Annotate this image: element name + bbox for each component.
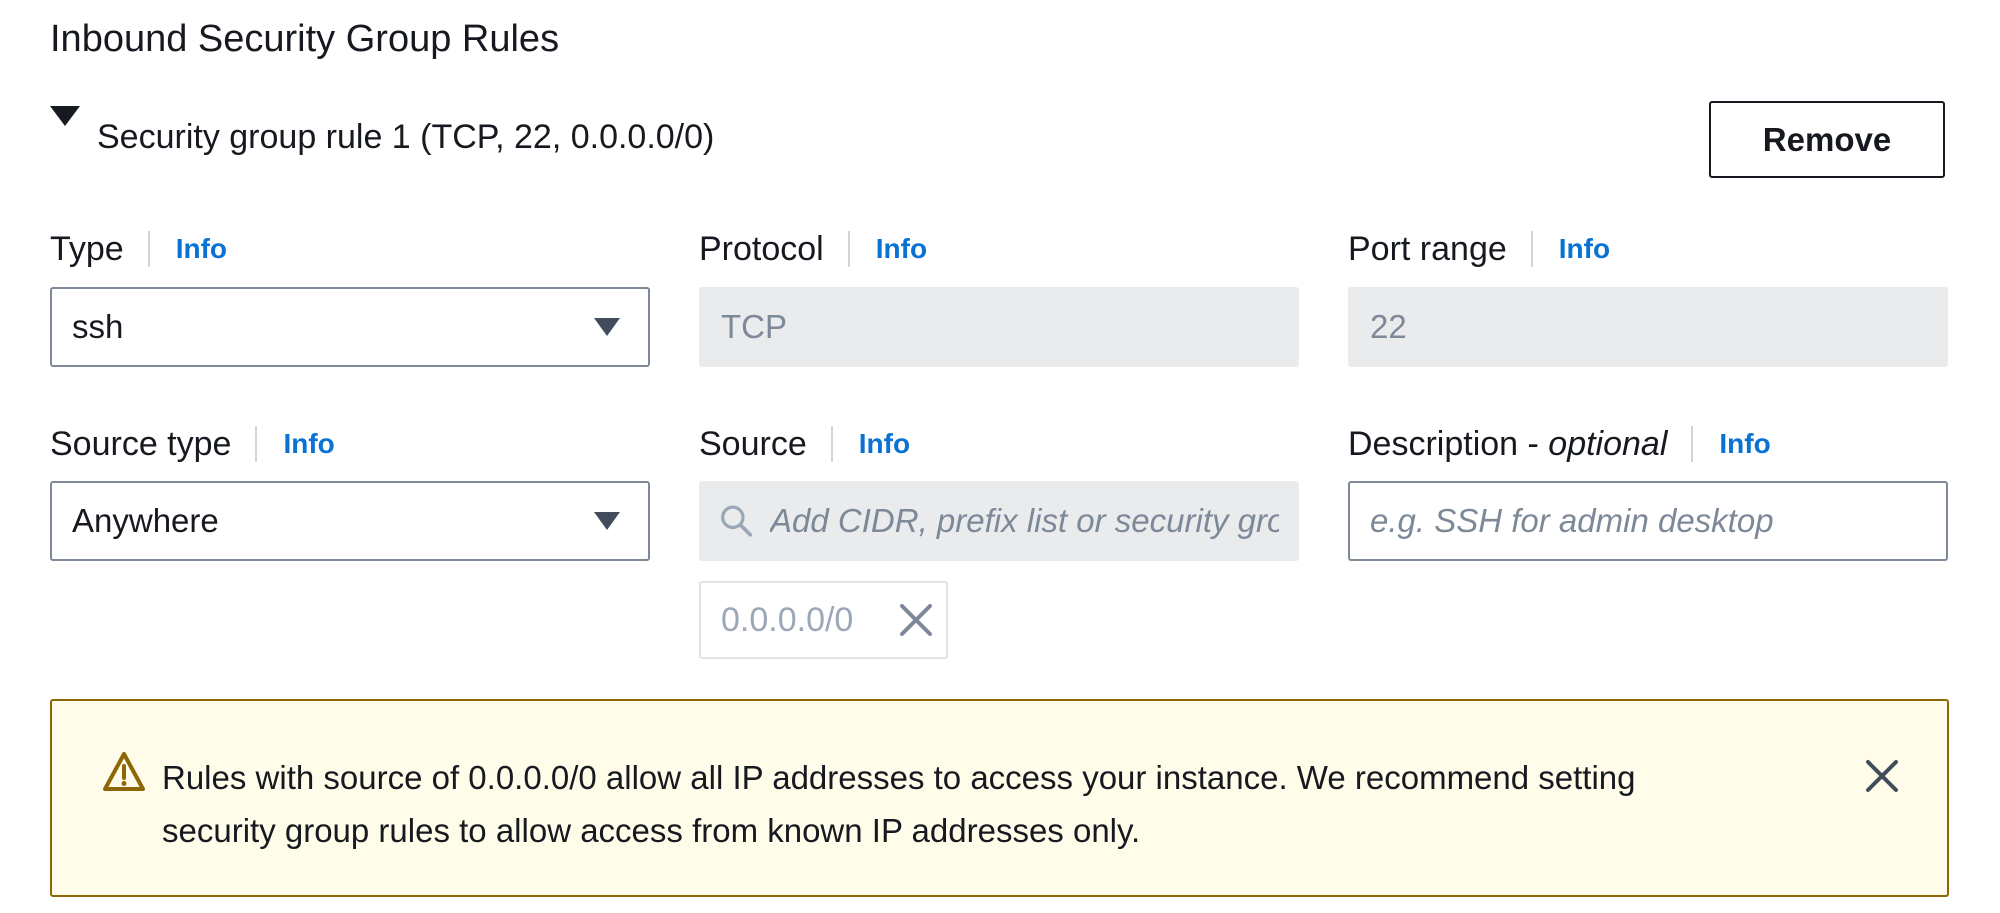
protocol-info-link[interactable]: Info	[876, 233, 927, 265]
label-divider	[1691, 426, 1694, 462]
description-label-row: Description - optional Info	[1348, 419, 1771, 469]
source-type-label-row: Source type Info	[50, 419, 335, 469]
protocol-value: TCP	[721, 308, 787, 345]
dropdown-triangle-icon	[594, 512, 620, 530]
protocol-label-row: Protocol Info	[699, 224, 927, 274]
description-label-optional: optional	[1548, 424, 1668, 463]
description-info-link[interactable]: Info	[1719, 428, 1770, 460]
close-icon	[1866, 760, 1898, 792]
source-info-link[interactable]: Info	[859, 428, 910, 460]
rule-title[interactable]: Security group rule 1 (TCP, 22, 0.0.0.0/…	[97, 118, 714, 157]
warning-message-line2: security group rules to allow access fro…	[162, 812, 1141, 849]
type-info-link[interactable]: Info	[176, 233, 227, 265]
source-type-select-value: Anywhere	[72, 502, 219, 539]
label-divider	[147, 231, 150, 267]
remove-token-button[interactable]	[886, 590, 946, 650]
warning-message: Rules with source of 0.0.0.0/0 allow all…	[162, 751, 1762, 857]
warning-alert: Rules with source of 0.0.0.0/0 allow all…	[50, 699, 1949, 897]
port-range-label: Port range	[1348, 229, 1507, 268]
close-icon	[900, 604, 932, 636]
remove-rule-button[interactable]: Remove	[1709, 101, 1945, 178]
source-label-row: Source Info	[699, 419, 910, 469]
type-select-value: ssh	[72, 308, 124, 345]
dismiss-alert-button[interactable]	[1852, 746, 1912, 806]
warning-icon	[103, 752, 145, 791]
warning-message-line1: Rules with source of 0.0.0.0/0 allow all…	[162, 759, 1636, 796]
source-type-select[interactable]: Anywhere	[50, 481, 650, 561]
type-label: Type	[50, 229, 124, 268]
port-range-value: 22	[1370, 308, 1407, 345]
description-label: Description - optional	[1348, 425, 1667, 464]
source-token-value: 0.0.0.0/0	[721, 600, 854, 639]
label-divider	[1530, 231, 1533, 267]
protocol-label: Protocol	[699, 229, 824, 268]
source-search-placeholder: Add CIDR, prefix list or security group	[770, 502, 1279, 539]
source-type-label: Source type	[50, 424, 232, 463]
type-select[interactable]: ssh	[50, 287, 650, 367]
section-title: Inbound Security Group Rules	[50, 18, 560, 60]
description-input[interactable]	[1348, 481, 1948, 561]
source-token: 0.0.0.0/0	[699, 581, 948, 659]
source-search-input[interactable]: Add CIDR, prefix list or security group	[699, 481, 1299, 561]
search-icon	[721, 505, 753, 537]
description-label-main: Description -	[1348, 424, 1549, 463]
label-divider	[830, 426, 833, 462]
protocol-field: TCP	[699, 287, 1299, 367]
dropdown-triangle-icon	[594, 318, 620, 336]
port-range-field: 22	[1348, 287, 1948, 367]
label-divider	[255, 426, 258, 462]
source-type-info-link[interactable]: Info	[283, 428, 334, 460]
collapse-caret-icon[interactable]	[50, 106, 80, 126]
type-label-row: Type Info	[50, 224, 227, 274]
label-divider	[847, 231, 850, 267]
source-label: Source	[699, 424, 807, 463]
port-range-label-row: Port range Info	[1348, 224, 1610, 274]
port-range-info-link[interactable]: Info	[1559, 233, 1610, 265]
